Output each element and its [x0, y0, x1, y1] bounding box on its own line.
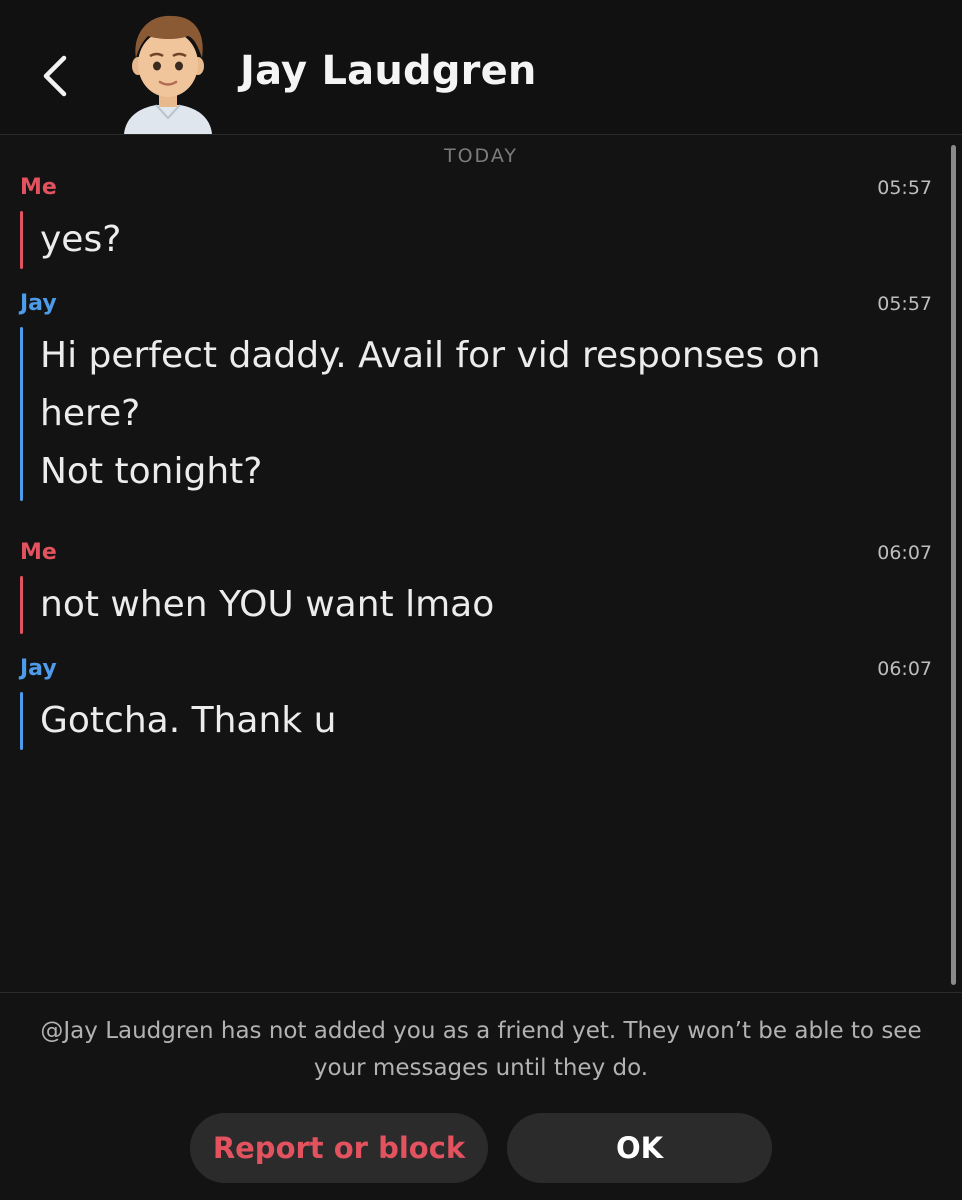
message-list[interactable]: TODAY Me 05:57 yes? Jay 05:57 Hi perfect… — [0, 135, 962, 992]
ok-button[interactable]: OK — [507, 1113, 772, 1183]
message-text: Hi perfect daddy. Avail for vid response… — [40, 335, 821, 376]
message-text: Gotcha. Thank u — [40, 700, 337, 741]
message-text: not when YOU want lmao — [40, 584, 495, 625]
day-separator: TODAY — [444, 145, 518, 167]
message-time: 06:07 — [877, 658, 932, 680]
chevron-left-icon — [43, 55, 67, 97]
message-text: here? — [40, 393, 141, 434]
scrollbar[interactable] — [951, 145, 956, 985]
sender-bar — [20, 211, 23, 269]
message-text: yes? — [40, 219, 122, 260]
sender-label: Jay — [20, 656, 57, 681]
message-time: 06:07 — [877, 542, 932, 564]
contact-name[interactable]: Jay Laudgren — [240, 48, 537, 94]
message-group: Me 06:07 not when YOU want lmao — [20, 540, 934, 636]
avatar[interactable] — [118, 10, 218, 134]
message-body[interactable]: Hi perfect daddy. Avail for vid response… — [20, 327, 900, 501]
chat-header: Jay Laudgren — [0, 0, 962, 135]
message-body[interactable]: not when YOU want lmao — [20, 576, 900, 634]
sender-label: Jay — [20, 291, 57, 316]
sender-bar — [20, 327, 23, 501]
message-group: Me 05:57 yes? — [20, 175, 934, 271]
message-text: Not tonight? — [40, 451, 263, 492]
back-button[interactable] — [30, 46, 80, 106]
message-time: 05:57 — [877, 293, 932, 315]
sender-bar — [20, 576, 23, 634]
sender-bar — [20, 692, 23, 750]
message-body[interactable]: Gotcha. Thank u — [20, 692, 900, 750]
message-body[interactable]: yes? — [20, 211, 900, 269]
message-group: Jay 06:07 Gotcha. Thank u — [20, 656, 934, 752]
sender-label: Me — [20, 175, 57, 200]
message-group: Jay 05:57 Hi perfect daddy. Avail for vi… — [20, 291, 934, 507]
chat-screen: Jay Laudgren TODAY Me 05:57 yes? Jay 05:… — [0, 0, 962, 1200]
message-time: 05:57 — [877, 177, 932, 199]
friend-notice-panel: @Jay Laudgren has not added you as a fri… — [0, 992, 962, 1200]
friend-notice-text: @Jay Laudgren has not added you as a fri… — [40, 1018, 922, 1081]
sender-label: Me — [20, 540, 57, 565]
report-or-block-button[interactable]: Report or block — [190, 1113, 488, 1183]
